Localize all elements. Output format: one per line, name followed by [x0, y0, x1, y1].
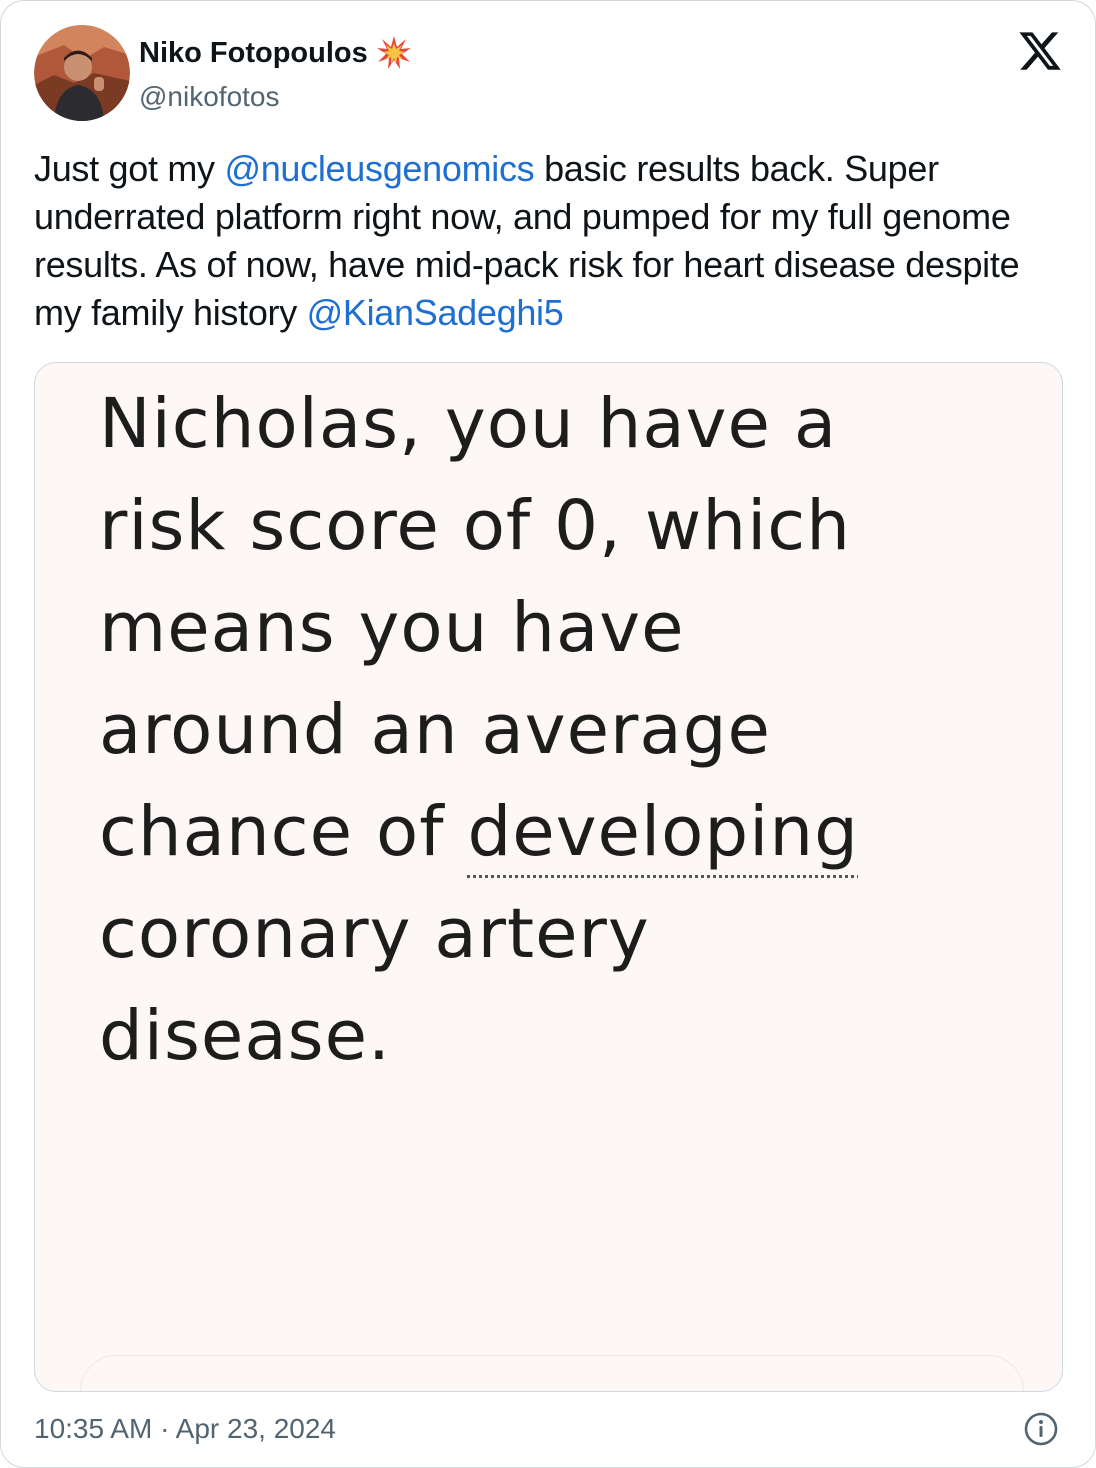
author-name[interactable]: Niko Fotopoulos — [139, 33, 368, 73]
info-circle-icon[interactable] — [1023, 1411, 1059, 1447]
media-text-line: risk score of 0, which — [99, 486, 851, 566]
media-screenshot-text: Nicholas, you have a risk score of 0, wh… — [99, 373, 999, 1087]
tweet-text-part: Just got my — [34, 148, 225, 189]
tweet-text: Just got my @nucleusgenomics basic resul… — [34, 145, 1064, 337]
media-text-line: chance of developing — [99, 781, 999, 883]
mention-link-kiansadeghi5[interactable]: @KianSadeghi5 — [307, 292, 564, 333]
author-avatar[interactable] — [34, 25, 130, 121]
tweet-timestamp[interactable]: 10:35 AM · Apr 23, 2024 — [34, 1411, 336, 1447]
media-text-part: chance of — [99, 792, 468, 872]
media-definition-term: developing — [467, 792, 859, 872]
tweet-media-image[interactable]: Nicholas, you have a risk score of 0, wh… — [34, 362, 1063, 1392]
media-text-line: around an average — [99, 690, 771, 770]
author-handle[interactable]: @nikofotos — [139, 79, 280, 115]
media-inner-card — [80, 1355, 1024, 1391]
avatar-photo — [34, 25, 130, 121]
media-text-line: means you have — [99, 588, 685, 668]
sparkle-burst-emoji-icon — [376, 35, 412, 71]
media-text-line: disease. — [99, 996, 391, 1076]
author-name-row[interactable]: Niko Fotopoulos — [139, 33, 412, 73]
media-text-line: Nicholas, you have a — [99, 384, 838, 464]
media-text-line: coronary artery — [99, 894, 650, 974]
tweet-card: Niko Fotopoulos @nikofotos Just got my @… — [0, 0, 1096, 1468]
mention-link-nucleusgenomics[interactable]: @nucleusgenomics — [224, 148, 534, 189]
x-logo-icon[interactable] — [1017, 28, 1063, 74]
